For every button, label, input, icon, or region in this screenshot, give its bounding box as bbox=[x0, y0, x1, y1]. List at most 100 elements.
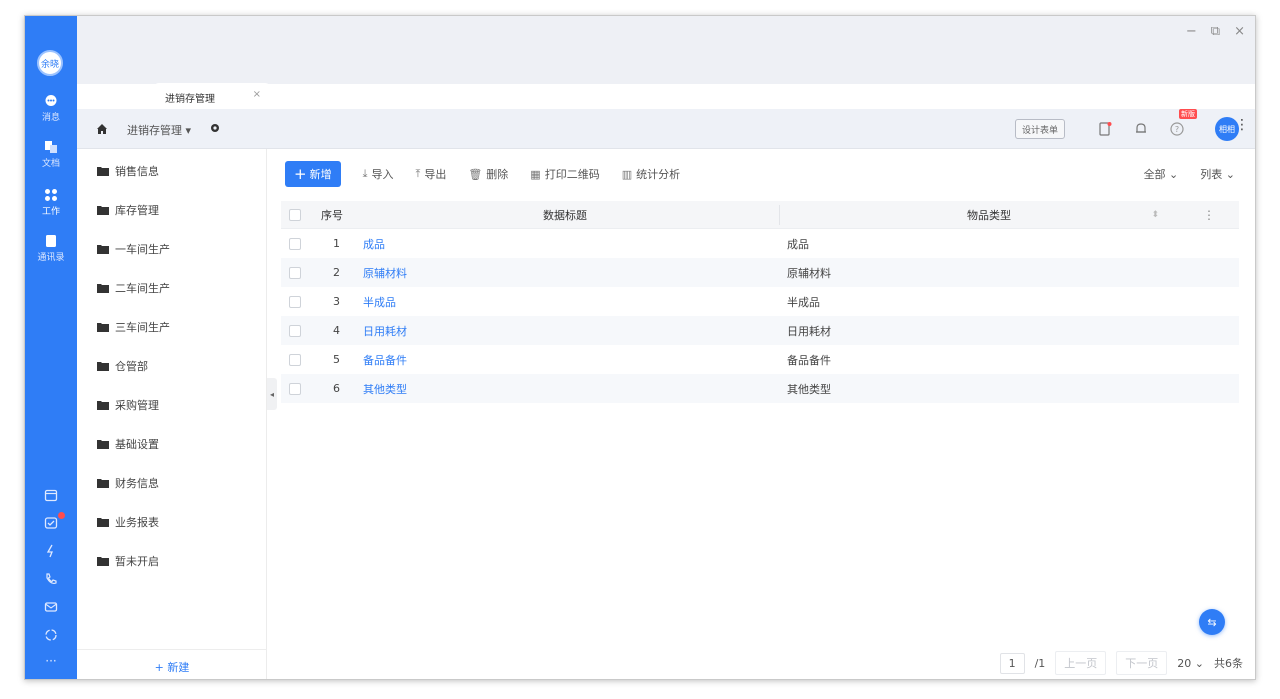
prev-page-button[interactable]: 上一页 bbox=[1055, 651, 1107, 675]
app-header: 进销存管理 ▾ 设计表单 ? 新版 相相 ⋮ bbox=[77, 109, 1255, 149]
folder-icon bbox=[97, 323, 109, 332]
menu-item-inventory[interactable]: 库存管理 bbox=[97, 200, 159, 220]
lightning-icon[interactable] bbox=[25, 544, 77, 561]
add-menu-button[interactable]: + 新建 bbox=[77, 649, 267, 679]
import-button[interactable]: ⤓ 导入 bbox=[363, 166, 394, 182]
menu-item-label: 仓管部 bbox=[115, 360, 148, 373]
next-page-button[interactable]: 下一页 bbox=[1116, 651, 1168, 675]
table-row[interactable]: 5 备品备件 备品备件 bbox=[281, 345, 1239, 374]
clipboard-icon[interactable] bbox=[1097, 121, 1113, 137]
page-number-input[interactable]: 1 bbox=[999, 652, 1025, 674]
folder-icon bbox=[97, 518, 109, 527]
restore-button[interactable]: ⧉ bbox=[1211, 24, 1220, 39]
column-divider[interactable] bbox=[779, 205, 780, 225]
row-title-link[interactable]: 备品备件 bbox=[363, 352, 407, 368]
menu-item-label: 业务报表 bbox=[115, 516, 159, 529]
row-title-link[interactable]: 成品 bbox=[363, 236, 385, 252]
filter-all-dropdown[interactable]: 全部 ⌄ bbox=[1144, 166, 1179, 182]
menu-item-basic-settings[interactable]: 基础设置 bbox=[97, 434, 159, 454]
view-mode-dropdown[interactable]: 列表 ⌄ bbox=[1200, 166, 1235, 182]
rail-item-contacts[interactable]: 通讯录 bbox=[25, 234, 77, 263]
title-bar: − ⧉ × bbox=[77, 16, 1255, 84]
row-no: 3 bbox=[333, 295, 340, 308]
print-qr-button[interactable]: ▦ 打印二维码 bbox=[530, 166, 599, 182]
close-button[interactable]: × bbox=[1234, 24, 1245, 39]
menu-item-workshop-2[interactable]: 二车间生产 bbox=[97, 278, 170, 298]
menu-item-sales[interactable]: 销售信息 bbox=[97, 161, 159, 181]
mail-icon[interactable] bbox=[25, 600, 77, 617]
row-checkbox[interactable] bbox=[289, 382, 301, 395]
rail-avatar[interactable]: 余晓 bbox=[37, 50, 63, 76]
rail-item-work[interactable]: 工作 bbox=[25, 188, 77, 217]
table-row[interactable]: 6 其他类型 其他类型 bbox=[281, 374, 1239, 403]
recycle-icon[interactable] bbox=[25, 628, 77, 645]
help-icon[interactable]: ? bbox=[1169, 121, 1185, 137]
new-button-label: 新增 bbox=[309, 168, 332, 181]
sort-icon[interactable]: ⬍ bbox=[1151, 210, 1159, 220]
assistant-float-button[interactable]: ⇆ bbox=[1199, 609, 1225, 635]
row-title-link[interactable]: 原辅材料 bbox=[363, 265, 407, 281]
task-icon[interactable] bbox=[25, 512, 77, 533]
contacts-icon bbox=[46, 235, 56, 247]
row-title-link[interactable]: 其他类型 bbox=[363, 381, 407, 397]
menu-item-finance[interactable]: 财务信息 bbox=[97, 473, 159, 493]
row-checkbox[interactable] bbox=[289, 266, 301, 279]
folder-icon bbox=[97, 245, 109, 254]
design-form-button[interactable]: 设计表单 bbox=[1014, 119, 1065, 139]
more-vertical-icon[interactable]: ⋮ bbox=[1235, 118, 1249, 132]
collapse-sidebar-handle[interactable]: ◂ bbox=[267, 378, 277, 410]
menu-item-not-enabled[interactable]: 暂未开启 bbox=[97, 551, 159, 571]
row-type: 半成品 bbox=[787, 295, 820, 309]
row-type: 原辅材料 bbox=[787, 266, 831, 280]
header-no: 序号 bbox=[321, 208, 343, 222]
row-checkbox[interactable] bbox=[289, 353, 301, 366]
table-row[interactable]: 4 日用耗材 日用耗材 bbox=[281, 316, 1239, 345]
menu-item-warehouse[interactable]: 仓管部 bbox=[97, 356, 148, 376]
column-settings-icon[interactable]: ⋮ bbox=[1203, 208, 1215, 222]
row-type: 成品 bbox=[787, 237, 809, 251]
menu-item-workshop-3[interactable]: 三车间生产 bbox=[97, 317, 170, 337]
row-no: 6 bbox=[333, 382, 340, 395]
row-checkbox[interactable] bbox=[289, 237, 301, 250]
row-type: 日用耗材 bbox=[787, 324, 831, 338]
menu-item-workshop-1[interactable]: 一车间生产 bbox=[97, 239, 170, 259]
new-button[interactable]: + 新增 bbox=[285, 161, 341, 187]
data-table: 序号 数据标题 物品类型 ⬍ ⋮ 1 成品 成品 2 原辅材料 原辅材料 3 半… bbox=[281, 201, 1239, 403]
home-icon[interactable] bbox=[95, 122, 109, 136]
more-icon[interactable]: ··· bbox=[25, 654, 77, 668]
export-button[interactable]: ⤒ 导出 bbox=[415, 166, 446, 182]
select-all-checkbox[interactable] bbox=[289, 208, 301, 221]
minimize-button[interactable]: − bbox=[1186, 24, 1197, 39]
bell-icon[interactable] bbox=[1133, 121, 1149, 137]
gear-icon[interactable] bbox=[209, 122, 221, 134]
phone-icon[interactable] bbox=[25, 572, 77, 589]
row-title-link[interactable]: 日用耗材 bbox=[363, 323, 407, 339]
rail-item-docs[interactable]: 文档 bbox=[25, 140, 77, 169]
download-icon: ⤓ bbox=[362, 167, 368, 180]
app-title-dropdown[interactable]: 进销存管理 ▾ bbox=[127, 122, 191, 138]
calendar-icon[interactable] bbox=[25, 488, 77, 505]
delete-button[interactable]: 🗑︎ 删除 bbox=[468, 166, 508, 182]
delete-label: 删除 bbox=[486, 168, 509, 181]
menu-item-reports[interactable]: 业务报表 bbox=[97, 512, 159, 532]
folder-icon bbox=[97, 362, 109, 371]
table-row[interactable]: 3 半成品 半成品 bbox=[281, 287, 1239, 316]
rail-label: 文档 bbox=[41, 159, 60, 169]
rail-item-messages[interactable]: 消息 bbox=[25, 94, 77, 123]
row-title-link[interactable]: 半成品 bbox=[363, 294, 396, 310]
document-icon bbox=[45, 141, 57, 153]
row-checkbox[interactable] bbox=[289, 295, 301, 308]
tab-inventory[interactable]: 进销存管理 × bbox=[153, 83, 271, 109]
folder-icon bbox=[97, 206, 109, 215]
import-label: 导入 bbox=[371, 168, 394, 181]
rail-label: 消息 bbox=[41, 113, 60, 123]
tab-close-icon[interactable]: × bbox=[253, 89, 261, 100]
table-row[interactable]: 2 原辅材料 原辅材料 bbox=[281, 258, 1239, 287]
stats-button[interactable]: ▥ 统计分析 bbox=[622, 166, 680, 182]
table-row[interactable]: 1 成品 成品 bbox=[281, 229, 1239, 258]
page-size-select[interactable]: 20 ⌄ bbox=[1177, 657, 1204, 670]
row-checkbox[interactable] bbox=[289, 324, 301, 337]
app-window: 余晓 消息 文档 工作 通讯录 ··· − ⧉ × 进销存管理 × 进销存管理 … bbox=[24, 15, 1256, 680]
bar-chart-icon: ▥ bbox=[621, 167, 633, 181]
menu-item-purchasing[interactable]: 采购管理 bbox=[97, 395, 159, 415]
